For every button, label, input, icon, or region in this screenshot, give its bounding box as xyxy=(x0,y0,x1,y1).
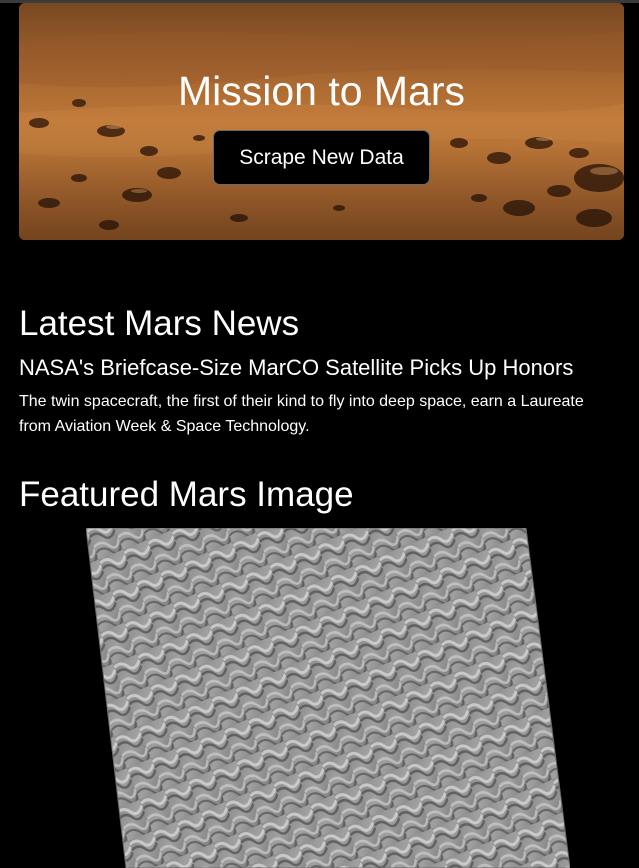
news-title: NASA's Briefcase-Size MarCO Satellite Pi… xyxy=(19,355,574,380)
featured-image-heading: Featured Mars Image xyxy=(19,475,354,514)
latest-news-heading: Latest Mars News xyxy=(19,304,300,343)
featured-mars-image xyxy=(86,528,570,868)
scrape-new-data-button[interactable]: Scrape New Data xyxy=(213,130,430,185)
jumbotron: Mission to Mars Scrape New Data xyxy=(19,3,624,240)
news-teaser: The twin spacecraft, the first of their … xyxy=(19,393,584,435)
mars-landscape-image xyxy=(19,3,624,240)
page-title: Mission to Mars xyxy=(177,68,466,114)
